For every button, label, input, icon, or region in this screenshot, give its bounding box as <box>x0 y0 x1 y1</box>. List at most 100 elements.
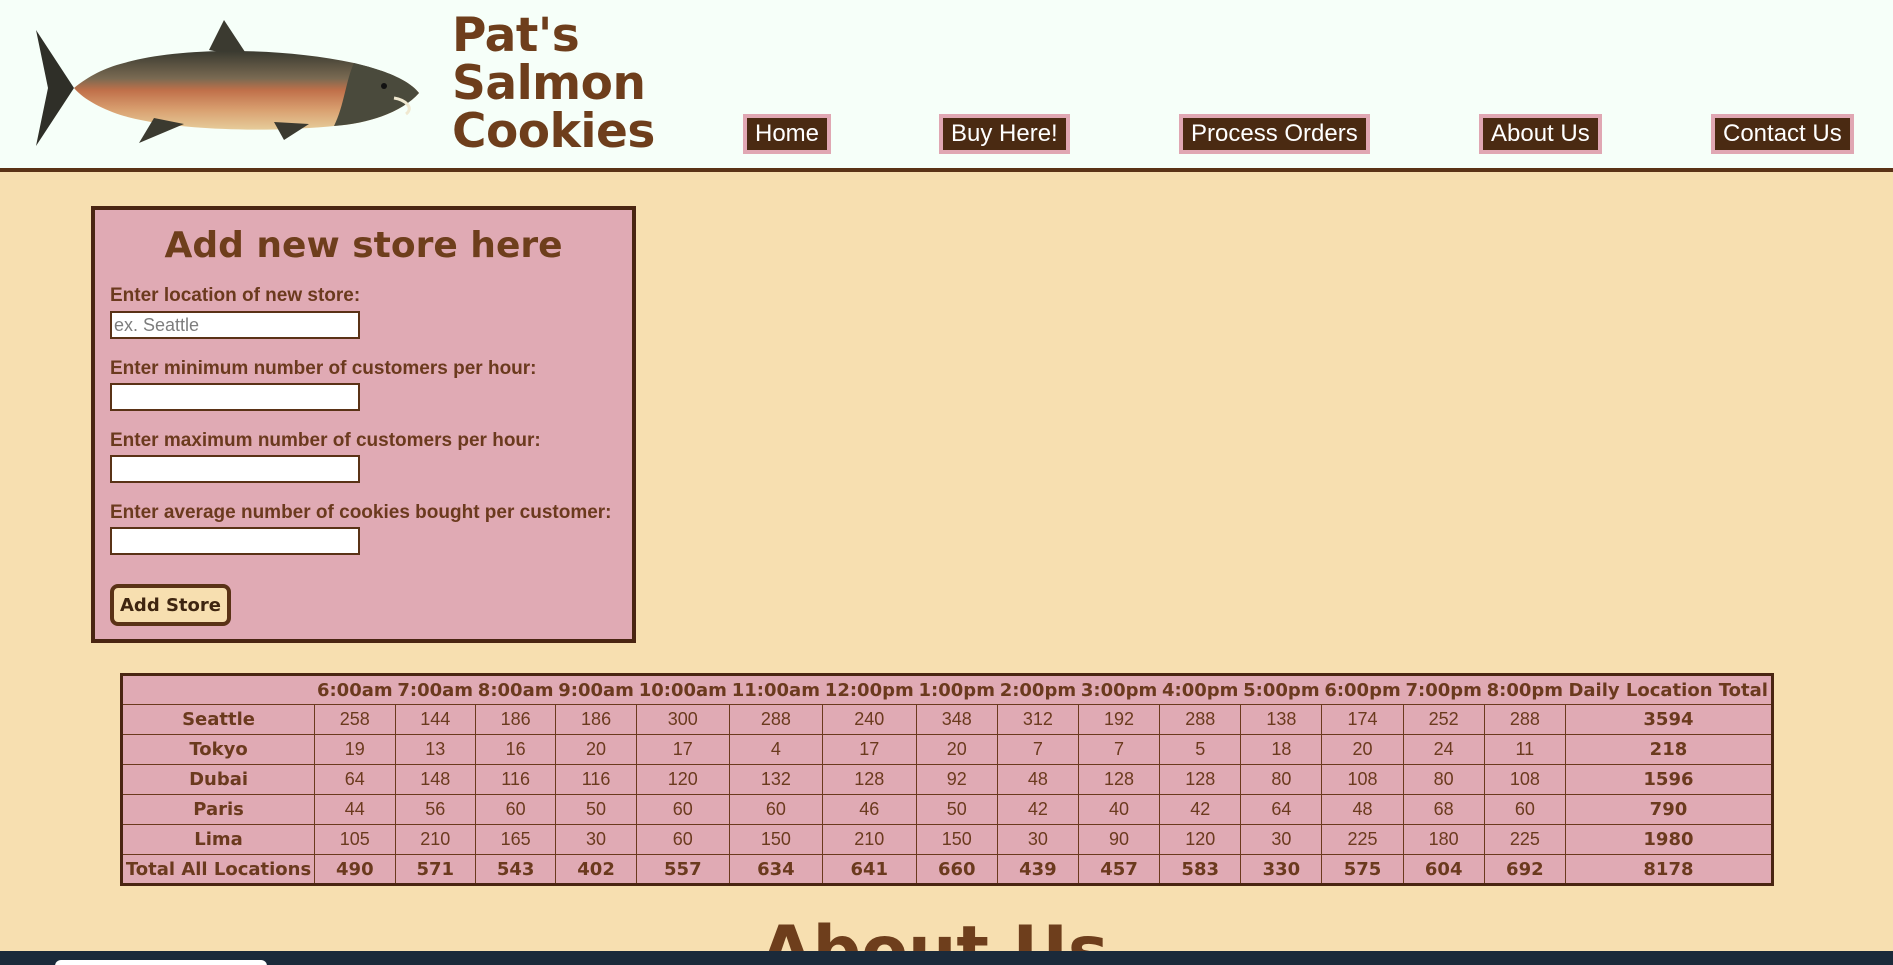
location-input[interactable] <box>110 311 360 339</box>
taskbar-search-box[interactable] <box>55 960 267 965</box>
hourly-sales-cell: 64 <box>1240 794 1323 825</box>
hourly-sales-cell: 30 <box>996 824 1079 855</box>
hourly-sales-cell: 24 <box>1402 734 1485 765</box>
hour-header-cell: 5:00pm <box>1240 674 1322 705</box>
hourly-sales-cell: 17 <box>635 734 730 765</box>
hourly-sales-cell: 5 <box>1159 734 1242 765</box>
brand-line-2: Salmon <box>452 56 646 111</box>
hourly-sales-cell: 186 <box>555 704 637 735</box>
hourly-sales-cell: 20 <box>555 734 637 765</box>
hourly-total-cell: 490 <box>314 854 396 885</box>
hourly-sales-cell: 56 <box>394 794 476 825</box>
hour-header-cell: 4:00pm <box>1159 674 1241 705</box>
hourly-sales-cell: 20 <box>1321 734 1404 765</box>
hourly-sales-cell: 288 <box>1483 704 1566 735</box>
hour-header-cell: 6:00am <box>314 674 396 705</box>
hourly-sales-cell: 144 <box>394 704 476 735</box>
hour-header-cell: 8:00pm <box>1484 674 1566 705</box>
os-taskbar <box>0 951 1893 965</box>
table-row: Paris 44 56 60 50 60 60 46 50 42 40 42 64 48 68 60 790 <box>120 794 1774 825</box>
hourly-sales-cell: 180 <box>1402 824 1485 855</box>
avg-cookies-input[interactable] <box>110 527 360 555</box>
hourly-sales-cell: 252 <box>1402 704 1485 735</box>
hourly-sales-cell: 60 <box>635 824 730 855</box>
hourly-sales-cell: 288 <box>1159 704 1242 735</box>
max-customers-input[interactable] <box>110 455 360 483</box>
sales-table-header: 6:00am 7:00am 8:00am 9:00am 10:00am 11:00am 12… <box>121 674 1773 705</box>
hourly-total-cell: 402 <box>555 854 637 885</box>
hour-header-cell: 7:00pm <box>1403 674 1485 705</box>
hourly-sales-cell: 92 <box>915 764 998 795</box>
nav-process-orders-button[interactable]: Process Orders <box>1179 114 1370 154</box>
brand-line-1: Pat's <box>452 8 580 63</box>
avg-cookies-label: Enter average number of cookies bought p… <box>110 502 612 523</box>
hourly-sales-cell: 120 <box>635 764 730 795</box>
table-row: Dubai 64 148 116 116 120 132 128 92 48 128 128 80 108… <box>120 764 1774 795</box>
hourly-sales-cell: 128 <box>821 764 917 795</box>
hourly-sales-cell: 116 <box>474 764 557 795</box>
hourly-sales-cell: 348 <box>915 704 998 735</box>
location-label: Enter location of new store: <box>110 285 361 306</box>
hourly-sales-cell: 240 <box>821 704 917 735</box>
nav-home-button[interactable]: Home <box>743 114 832 154</box>
hourly-sales-cell: 40 <box>1077 794 1161 825</box>
hourly-total-cell: 660 <box>915 854 998 885</box>
hourly-total-cell: 641 <box>821 854 917 885</box>
hourly-total-cell: 692 <box>1483 854 1566 885</box>
hourly-sales-cell: 60 <box>474 794 557 825</box>
hour-header-cell: 2:00pm <box>997 674 1079 705</box>
min-customers-input[interactable] <box>110 383 360 411</box>
hour-header-cell: 6:00pm <box>1321 674 1404 705</box>
hour-header-cell: Daily Location Total <box>1565 674 1773 705</box>
hourly-sales-cell: 116 <box>555 764 637 795</box>
grand-total-cell: 8178 <box>1564 854 1774 885</box>
hourly-sales-cell: 48 <box>996 764 1079 795</box>
totals-label-cell: Total All Locations <box>120 854 316 885</box>
hourly-sales-cell: 165 <box>474 824 557 855</box>
store-name-cell: Lima <box>120 824 316 855</box>
store-name-cell: Dubai <box>120 764 316 795</box>
hourly-sales-cell: 30 <box>555 824 637 855</box>
hourly-sales-cell: 138 <box>1240 704 1323 735</box>
site-header: Pat's Salmon Cookies Home Buy Here! Proc… <box>0 0 1893 172</box>
hourly-sales-cell: 105 <box>314 824 396 855</box>
hourly-sales-cell: 60 <box>1483 794 1566 825</box>
nav-about-button[interactable]: About Us <box>1479 114 1602 154</box>
hourly-sales-cell: 17 <box>821 734 917 765</box>
add-store-form: Add new store here Enter location of new… <box>91 206 636 643</box>
table-row: Tokyo 19 13 16 20 17 4 17 20 7 7 5 18 20 24 11 218 <box>120 734 1774 765</box>
hour-header-cell: 12:00pm <box>822 674 917 705</box>
hourly-sales-cell: 132 <box>728 764 823 795</box>
daily-total-cell: 218 <box>1564 734 1774 765</box>
hourly-total-cell: 439 <box>996 854 1079 885</box>
daily-total-cell: 3594 <box>1564 704 1774 735</box>
hourly-sales-cell: 80 <box>1402 764 1485 795</box>
store-name-cell: Tokyo <box>120 734 316 765</box>
hourly-sales-cell: 128 <box>1077 764 1161 795</box>
add-store-button[interactable]: Add Store <box>110 584 231 626</box>
hourly-sales-cell: 19 <box>314 734 396 765</box>
hourly-sales-cell: 60 <box>728 794 823 825</box>
nav-contact-button[interactable]: Contact Us <box>1711 114 1854 154</box>
daily-total-cell: 1596 <box>1564 764 1774 795</box>
daily-total-cell: 790 <box>1564 794 1774 825</box>
hourly-total-cell: 571 <box>394 854 476 885</box>
hourly-sales-cell: 225 <box>1321 824 1404 855</box>
hourly-sales-cell: 120 <box>1159 824 1242 855</box>
hour-header-cell: 9:00am <box>555 674 637 705</box>
hourly-total-cell: 330 <box>1240 854 1323 885</box>
hourly-sales-cell: 60 <box>635 794 730 825</box>
hourly-sales-cell: 42 <box>996 794 1079 825</box>
table-row: Seattle 258 144 186 186 300 288 240 348 312 192 288… <box>120 704 1774 735</box>
hourly-sales-cell: 300 <box>635 704 730 735</box>
hourly-sales-cell: 312 <box>996 704 1079 735</box>
hourly-sales-cell: 7 <box>1077 734 1161 765</box>
hourly-sales-cell: 18 <box>1240 734 1323 765</box>
hourly-sales-cell: 150 <box>728 824 823 855</box>
sales-table: 6:00am 7:00am 8:00am 9:00am 10:00am 11:00am 12… <box>120 673 1774 886</box>
hourly-sales-cell: 258 <box>314 704 396 735</box>
nav-buy-button[interactable]: Buy Here! <box>939 114 1070 154</box>
hourly-sales-cell: 128 <box>1159 764 1242 795</box>
hourly-sales-cell: 13 <box>394 734 476 765</box>
hour-header-cell: 1:00pm <box>916 674 998 705</box>
